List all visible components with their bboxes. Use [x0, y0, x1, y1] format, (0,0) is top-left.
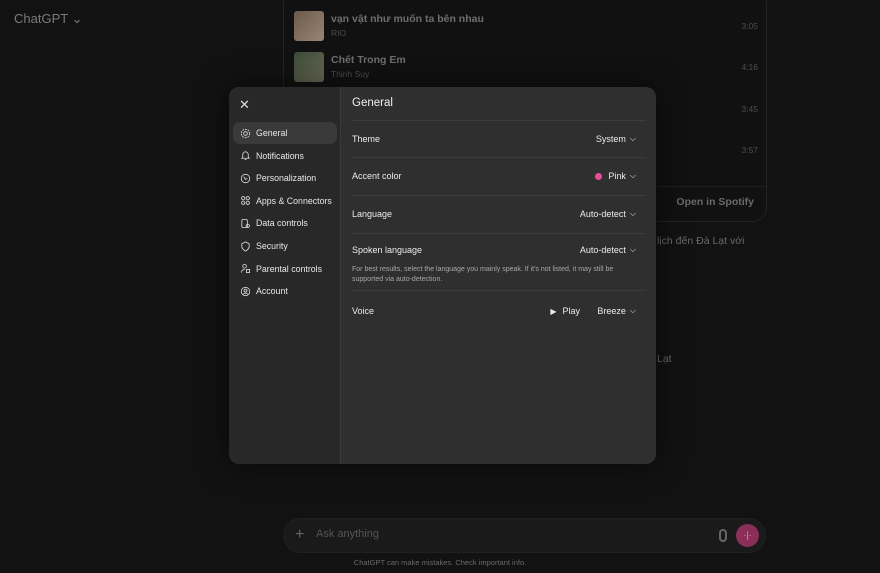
setting-spoken-language: Spoken language Auto-detect ⌵ For best re… — [352, 233, 646, 290]
settings-dialog: ✕ General Notifications Personalization App… — [229, 87, 656, 464]
bell-icon — [240, 151, 251, 161]
chat-text: Lạt — [657, 353, 672, 365]
sidebar-item-label: Account — [256, 286, 288, 297]
setting-label: Voice — [352, 306, 375, 316]
track-duration: 3:57 — [741, 145, 758, 155]
track-name: Chết Trong Em — [331, 54, 406, 66]
sidebar-item-label: Personalization — [256, 173, 317, 184]
apps-icon — [241, 196, 250, 206]
album-art — [294, 52, 324, 82]
chevron-down-icon: ⌵ — [629, 209, 636, 218]
sidebar-item-data-controls[interactable]: Data controls — [233, 212, 337, 234]
setting-label: Spoken language — [352, 245, 423, 255]
sidebar-item-security[interactable]: Security — [233, 235, 337, 257]
database-icon — [241, 218, 250, 228]
track-duration: 3:05 — [741, 21, 758, 31]
voice-dropdown[interactable]: Breeze ⌵ — [597, 306, 636, 316]
waveform-icon: ·|· — [743, 530, 752, 540]
setting-accent-color: Accent color Pink ⌵ — [352, 157, 646, 195]
page-title: General — [352, 97, 393, 109]
sidebar-item-label: Notifications — [256, 150, 304, 161]
account-icon — [240, 286, 251, 296]
sidebar-item-label: Apps & Connectors — [256, 195, 332, 206]
prompt-input[interactable] — [316, 528, 676, 540]
app-title: ChatGPT — [14, 11, 68, 26]
album-art — [294, 11, 324, 41]
color-swatch — [595, 172, 603, 180]
sidebar-item-label: General — [256, 128, 288, 138]
chevron-down-icon: ⌵ — [629, 134, 636, 143]
play-voice-button[interactable]: ▶ Play — [550, 306, 580, 316]
play-icon: ▶ — [550, 306, 557, 316]
play-label: Play — [562, 306, 580, 316]
voice-mode-button[interactable]: ·|· — [736, 524, 759, 547]
track-name: vạn vật như muốn ta bên nhau — [331, 13, 484, 25]
chevron-down-icon: ⌄ — [71, 11, 83, 26]
setting-label: Language — [352, 209, 393, 219]
accent-color-dropdown[interactable]: Pink ⌵ — [595, 171, 636, 181]
dropdown-value: Breeze — [597, 306, 626, 316]
language-dropdown[interactable]: Auto-detect ⌵ — [580, 209, 636, 219]
sidebar-item-personalization[interactable]: Personalization — [233, 167, 337, 189]
gear-icon — [240, 128, 251, 138]
settings-sidebar: ✕ General Notifications Personalization App… — [229, 87, 341, 464]
setting-theme: Theme System ⌵ — [352, 120, 646, 158]
theme-dropdown[interactable]: System ⌵ — [596, 134, 636, 144]
help-text: For best results, select the language yo… — [352, 266, 614, 283]
dropdown-value: System — [595, 134, 626, 144]
microphone-icon[interactable] — [719, 529, 727, 542]
chevron-down-icon: ⌵ — [629, 171, 636, 180]
close-icon[interactable]: ✕ — [239, 97, 250, 113]
model-selector[interactable]: ChatGPT ⌄ — [14, 11, 82, 27]
personalization-icon — [240, 173, 251, 183]
setting-label: Accent color — [352, 171, 402, 181]
setting-language: Language Auto-detect ⌵ — [352, 195, 646, 233]
sidebar-item-label: Parental controls — [256, 263, 323, 274]
chevron-down-icon: ⌵ — [629, 306, 636, 315]
chat-text: lịch đến Đà Lạt với — [657, 235, 745, 247]
disclaimer: ChatGPT can make mistakes. Check importa… — [353, 558, 527, 567]
setting-label: Theme — [352, 134, 381, 144]
sidebar-item-apps-connectors[interactable]: Apps & Connectors — [233, 190, 337, 212]
track-artist: RIO — [331, 28, 347, 38]
plus-icon[interactable]: + — [295, 526, 304, 544]
track-row[interactable]: Chết Trong Em Thịnh Suy 4:16 — [294, 52, 758, 86]
setting-voice: Voice ▶ Play Breeze ⌵ — [352, 290, 646, 328]
track-artist: Thịnh Suy — [331, 69, 370, 79]
track-duration: 3:45 — [741, 104, 758, 114]
dropdown-value: Auto-detect — [579, 245, 626, 255]
sidebar-item-account[interactable]: Account — [233, 280, 337, 302]
sidebar-item-label: Data controls — [256, 218, 308, 229]
shield-icon — [241, 240, 250, 252]
open-in-spotify-link[interactable]: Open in Spotify — [676, 196, 754, 208]
sidebar-item-general[interactable]: General — [233, 122, 337, 144]
sidebar-item-label: Security — [256, 241, 288, 251]
track-duration: 4:16 — [741, 62, 758, 72]
track-row[interactable]: vạn vật như muốn ta bên nhau RIO 3:05 — [294, 11, 758, 45]
sidebar-item-parental-controls[interactable]: Parental controls — [233, 258, 337, 280]
sidebar-item-notifications[interactable]: Notifications — [233, 145, 337, 167]
dropdown-value: Pink — [608, 171, 626, 181]
dropdown-value: Auto-detect — [579, 209, 626, 219]
spoken-language-dropdown[interactable]: Auto-detect ⌵ — [580, 245, 636, 255]
parental-icon — [240, 264, 251, 274]
chevron-down-icon: ⌵ — [629, 245, 636, 254]
composer: + ·|· — [283, 518, 766, 553]
